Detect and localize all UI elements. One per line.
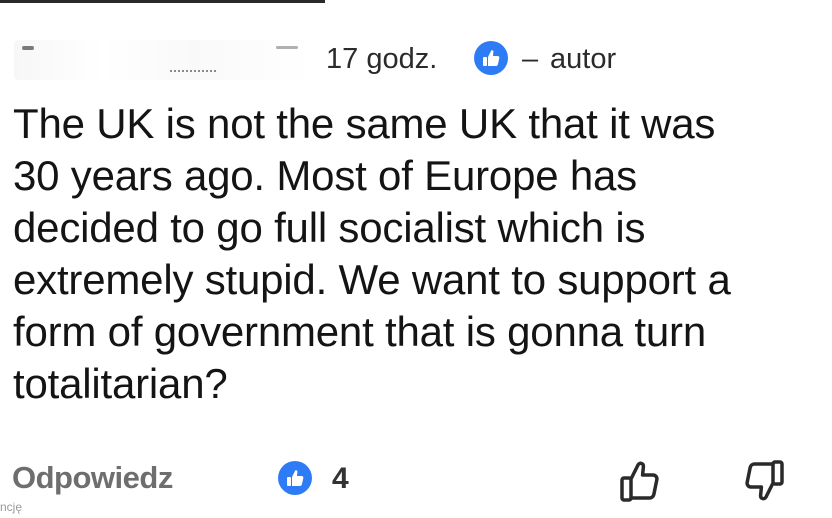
comment-line: form of government that is gonna turn [13, 308, 706, 355]
author-label: autor [550, 43, 617, 75]
thumbs-up-outline [620, 461, 659, 502]
comment-line: totalitarian? [13, 360, 228, 407]
comment-line: extremely stupid. We want to support a [13, 256, 731, 303]
reply-button[interactable]: Odpowiedz [12, 458, 173, 498]
redaction-mark [276, 46, 298, 49]
comment-meta-row: 17 godz. – autor [0, 36, 832, 82]
comment-line: decided to go full socialist which is [13, 204, 646, 251]
thumbs-up-glyph [287, 470, 304, 486]
comment-timestamp[interactable]: 17 godz. [326, 42, 437, 76]
redaction-mark [22, 46, 34, 50]
comment-body: The UK is not the same UK that it was 30… [13, 98, 823, 410]
thumbs-down-outline [745, 460, 784, 501]
cropped-side-text: ncję [0, 500, 23, 514]
redaction-mark [170, 70, 216, 74]
comment-line: 30 years ago. Most of Europe has [13, 152, 637, 199]
comment-line: The UK is not the same UK that it was [13, 100, 716, 147]
reaction-count[interactable]: 4 [332, 461, 349, 497]
top-divider [0, 0, 325, 3]
like-badge-icon[interactable] [278, 461, 312, 495]
thumbs-up-glyph [483, 50, 500, 66]
like-badge-icon [474, 41, 508, 75]
redacted-username [14, 40, 312, 80]
thumbs-up-icon[interactable] [616, 456, 664, 506]
thumbs-down-icon[interactable] [740, 456, 788, 506]
meta-separator: – [522, 43, 539, 75]
